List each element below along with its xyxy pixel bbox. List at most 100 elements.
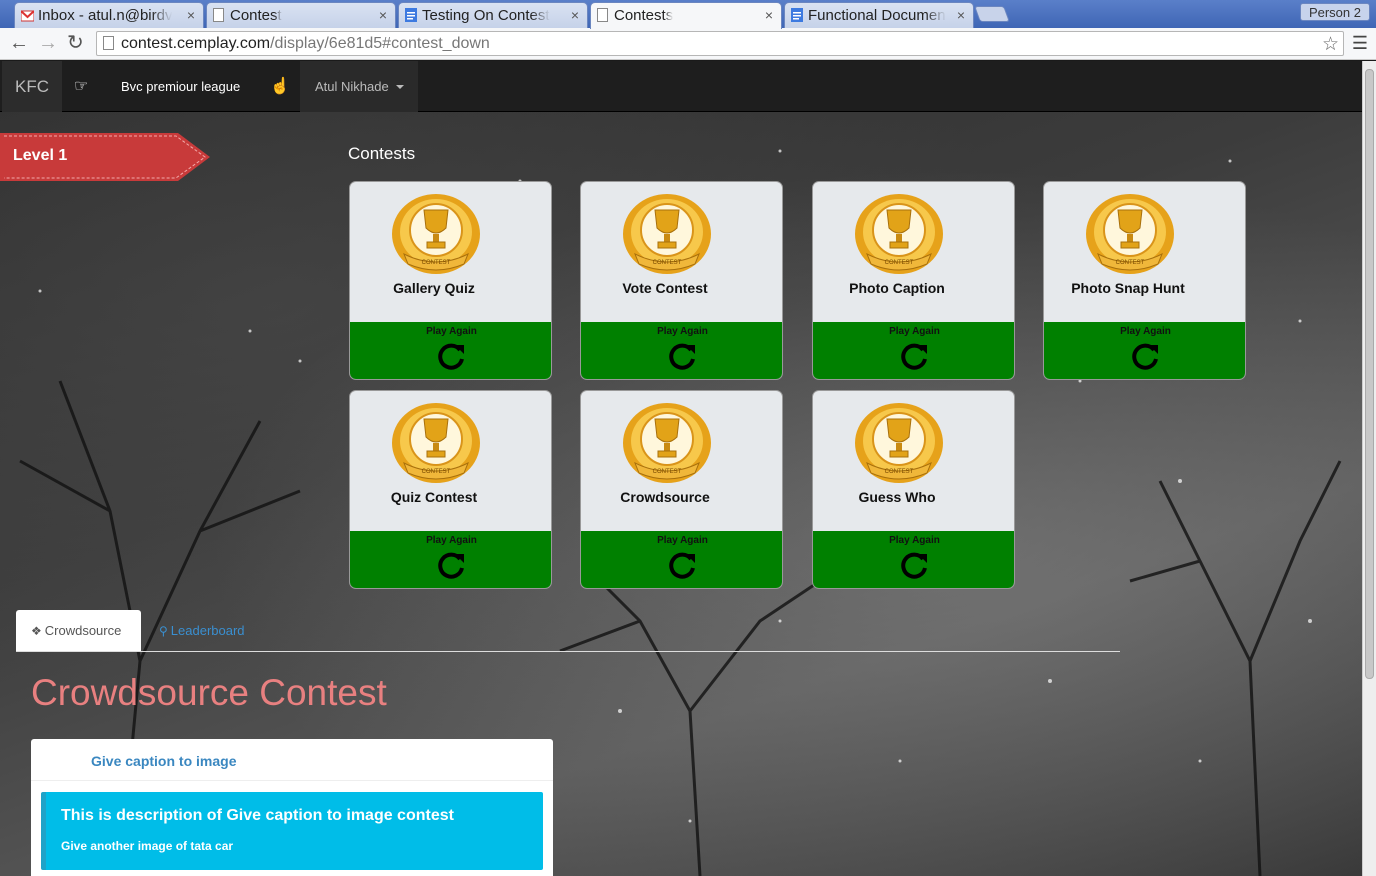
- contest-name: Quiz Contest: [390, 489, 478, 505]
- browser-tab-inbox[interactable]: Inbox - atul.n@birdv ×: [14, 2, 204, 28]
- contest-heading: Crowdsource Contest: [31, 672, 387, 713]
- contest-card[interactable]: CONTEST Photo Snap Hunt Play Again: [1043, 181, 1246, 380]
- level-label: Level 1: [13, 147, 68, 164]
- replay-icon: [1132, 343, 1158, 370]
- close-icon[interactable]: ×: [379, 7, 387, 23]
- play-again-label: Play Again: [889, 326, 940, 337]
- play-again-button[interactable]: Play Again: [350, 531, 551, 588]
- doc-icon: [791, 8, 804, 23]
- contest-name: Crowdsource: [620, 489, 710, 505]
- forward-arrow-icon[interactable]: →: [38, 32, 58, 54]
- browser-tab-contests[interactable]: Contests ×: [590, 2, 782, 29]
- svg-text:CONTEST: CONTEST: [1116, 260, 1145, 266]
- page-icon: [213, 8, 226, 23]
- contest-name: Guess Who: [858, 489, 936, 505]
- contest-card[interactable]: CONTEST Crowdsource Play Again: [580, 390, 783, 589]
- replay-icon: [901, 552, 927, 579]
- contest-description: This is description of Give caption to i…: [41, 792, 543, 870]
- replay-icon: [438, 552, 464, 579]
- contest-card[interactable]: CONTEST Quiz Contest Play Again: [349, 390, 552, 589]
- replay-icon: [901, 343, 927, 370]
- replay-icon: [669, 343, 695, 370]
- hand-point-up-icon[interactable]: ☝: [270, 76, 290, 96]
- contest-card[interactable]: CONTEST Gallery Quiz Play Again: [349, 181, 552, 380]
- play-again-button[interactable]: Play Again: [581, 531, 782, 588]
- close-icon[interactable]: ×: [571, 7, 579, 23]
- browser-tab-functional[interactable]: Functional Documen ×: [784, 2, 974, 28]
- trophy-icon: CONTEST: [855, 194, 943, 274]
- profile-button[interactable]: Person 2: [1299, 3, 1370, 21]
- replay-icon: [669, 552, 695, 579]
- svg-text:CONTEST: CONTEST: [653, 469, 682, 475]
- league-link[interactable]: Bvc premiour league: [121, 79, 240, 94]
- svg-text:CONTEST: CONTEST: [885, 260, 914, 266]
- trophy-icon: ⚲: [159, 624, 168, 638]
- contest-name: Vote Contest: [622, 280, 708, 296]
- replay-icon: [438, 343, 464, 370]
- play-again-label: Play Again: [1120, 326, 1171, 337]
- hand-point-right-icon[interactable]: ☞: [74, 76, 88, 96]
- play-again-button[interactable]: Play Again: [350, 322, 551, 379]
- contest-name: Photo Caption: [849, 280, 945, 296]
- page-icon: [103, 36, 114, 50]
- contest-card[interactable]: CONTEST Vote Contest Play Again: [580, 181, 783, 380]
- panel-header: Give caption to image: [31, 739, 553, 781]
- contest-item-link[interactable]: Give caption to image: [91, 753, 236, 769]
- svg-text:CONTEST: CONTEST: [653, 260, 682, 266]
- browser-tabstrip: Inbox - atul.n@birdv × Contest × Testing…: [0, 0, 1376, 29]
- trophy-icon: CONTEST: [1086, 194, 1174, 274]
- play-again-label: Play Again: [426, 535, 477, 546]
- page-viewport: KFC ☞ Bvc premiour league ☝ Atul Nikhade…: [0, 61, 1362, 876]
- trophy-icon: CONTEST: [855, 403, 943, 483]
- description-subtitle: Give another image of tata car: [61, 839, 234, 853]
- user-name: Atul Nikhade: [315, 79, 389, 94]
- caret-down-icon: [396, 85, 404, 89]
- close-icon[interactable]: ×: [957, 7, 965, 23]
- contest-panel: Give caption to image This is descriptio…: [31, 739, 553, 876]
- address-bar[interactable]: contest.cemplay.com/display/6e81d5#conte…: [96, 31, 1344, 56]
- play-again-button[interactable]: Play Again: [813, 531, 1014, 588]
- trophy-icon: CONTEST: [392, 194, 480, 274]
- trophy-icon: CONTEST: [623, 403, 711, 483]
- play-again-button[interactable]: Play Again: [581, 322, 782, 379]
- back-arrow-icon[interactable]: ←: [9, 32, 29, 54]
- menu-icon[interactable]: ☰: [1352, 33, 1368, 54]
- doc-icon: [405, 8, 418, 23]
- new-tab-button[interactable]: [974, 6, 1010, 22]
- gmail-icon: [20, 9, 35, 24]
- description-title: This is description of Give caption to i…: [61, 807, 454, 824]
- tab-leaderboard[interactable]: ⚲ Leaderboard: [144, 610, 260, 651]
- section-tabs: ❖ Crowdsource ⚲ Leaderboard: [16, 610, 1120, 652]
- play-again-label: Play Again: [657, 326, 708, 337]
- page-icon: [597, 8, 610, 23]
- tab-crowdsource[interactable]: ❖ Crowdsource: [16, 610, 141, 651]
- brand-logo[interactable]: KFC: [2, 61, 62, 112]
- play-again-label: Play Again: [889, 535, 940, 546]
- close-icon[interactable]: ×: [187, 7, 195, 23]
- level-ribbon: Level 1: [0, 133, 210, 181]
- contest-name: Photo Snap Hunt: [1071, 280, 1185, 296]
- play-again-label: Play Again: [657, 535, 708, 546]
- contest-card[interactable]: CONTEST Guess Who Play Again: [812, 390, 1015, 589]
- browser-toolbar: ← → ↻ contest.cemplay.com/display/6e81d5…: [0, 28, 1376, 60]
- contests-title: Contests: [348, 144, 416, 163]
- url-path: /display/6e81d5#contest_down: [270, 35, 490, 52]
- play-again-button[interactable]: Play Again: [1044, 322, 1245, 379]
- browser-tab-contest[interactable]: Contest ×: [206, 2, 396, 28]
- play-again-label: Play Again: [426, 326, 477, 337]
- reload-icon[interactable]: ↻: [67, 32, 84, 54]
- puzzle-icon: ❖: [31, 624, 42, 638]
- scrollbar[interactable]: [1362, 61, 1376, 876]
- top-navbar: KFC ☞ Bvc premiour league ☝ Atul Nikhade: [0, 61, 1362, 112]
- contest-card[interactable]: CONTEST Photo Caption Play Again: [812, 181, 1015, 380]
- play-again-button[interactable]: Play Again: [813, 322, 1014, 379]
- contest-name: Gallery Quiz: [393, 280, 475, 296]
- user-dropdown[interactable]: Atul Nikhade: [300, 61, 418, 112]
- trophy-icon: CONTEST: [392, 403, 480, 483]
- close-icon[interactable]: ×: [765, 7, 773, 23]
- browser-tab-testing[interactable]: Testing On Contest ×: [398, 2, 588, 28]
- scrollbar-thumb[interactable]: [1365, 69, 1374, 679]
- svg-text:CONTEST: CONTEST: [422, 469, 451, 475]
- bookmark-star-icon[interactable]: ☆: [1322, 33, 1339, 56]
- trophy-icon: CONTEST: [623, 194, 711, 274]
